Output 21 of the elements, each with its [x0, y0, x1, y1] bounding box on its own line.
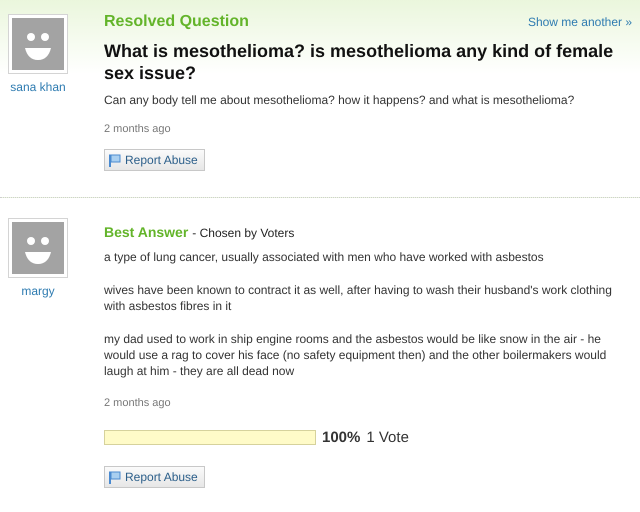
timestamp: 2 months ago — [104, 123, 171, 135]
question-details: Can any body tell me about mesothelioma? how it happens? and what is mesothelioma? — [104, 93, 574, 108]
report-abuse-button[interactable]: Report Abuse — [104, 466, 205, 488]
username-link[interactable]: sana khan — [10, 80, 66, 94]
flag-icon — [109, 470, 121, 484]
vote-count: 1 Vote — [366, 429, 409, 446]
avatar-icon — [8, 218, 68, 278]
username-link[interactable]: margy — [21, 284, 55, 298]
answer-paragraph: a type of lung cancer, usually associated with men who have worked with asbestos — [104, 249, 544, 265]
question-title: What is mesothelioma? is mesothelioma any kind of female sex issue? — [104, 40, 614, 84]
report-abuse-button[interactable]: Report Abuse — [104, 149, 205, 171]
answer-paragraph: wives have been known to contract it as well, after having to wash their husband's work clothing with asbestos fibres in it — [104, 282, 613, 314]
answer-paragraph: my dad used to work in ship engine rooms and the asbestos would be like snow in the air - he would use a rag to cover his face (no safety equipment then) and the other boilermakers would laugh at him - they are all dead now — [104, 331, 608, 379]
chosen-by-label: - Chosen by Voters — [192, 226, 294, 240]
resolved-question-label: Resolved Question — [104, 13, 249, 31]
show-another-link[interactable]: Show me another » — [528, 15, 632, 29]
timestamp: 2 months ago — [104, 397, 171, 409]
avatar-icon — [8, 14, 68, 74]
flag-icon — [109, 154, 121, 166]
best-answer-label: Best Answer — [104, 224, 188, 240]
vote-percent: 100% — [322, 429, 360, 446]
